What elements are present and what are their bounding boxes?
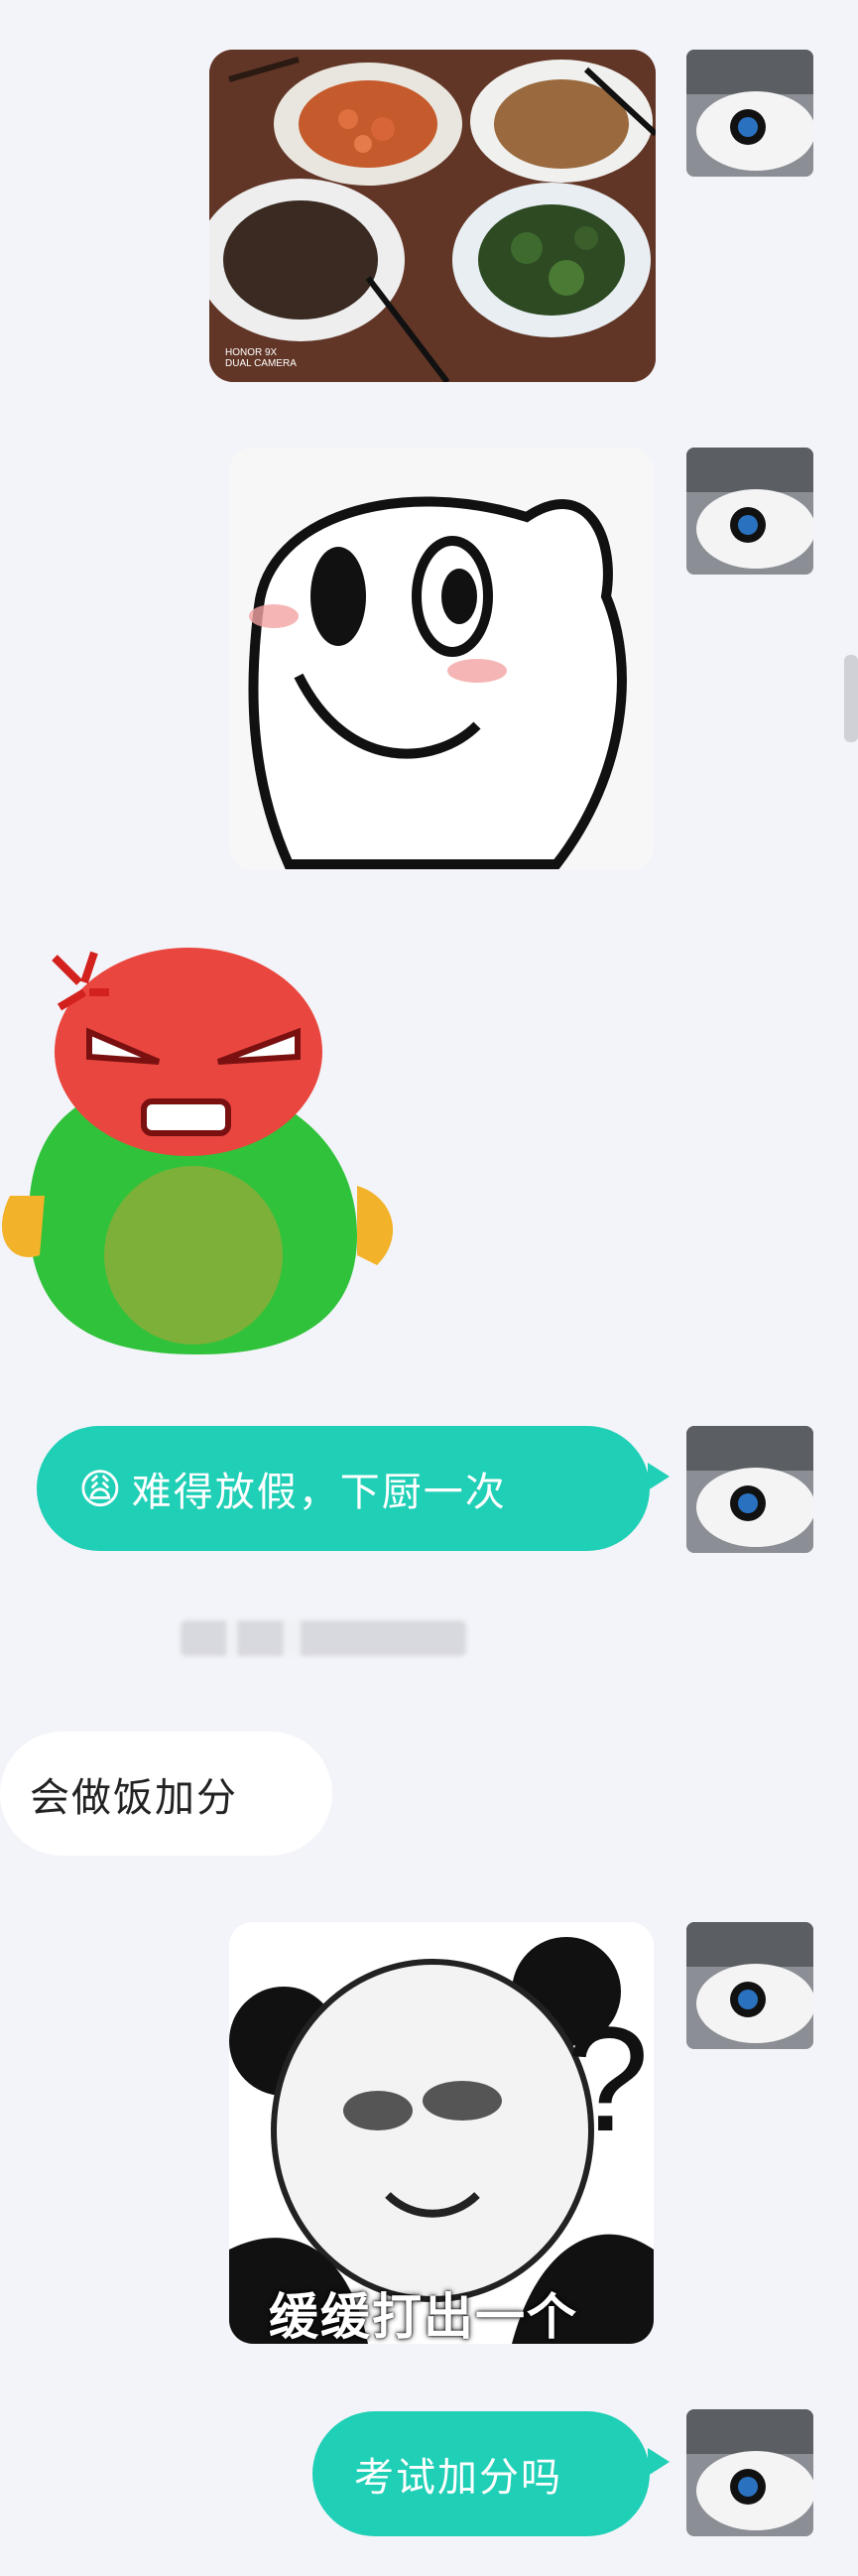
watermark-line1: HONOR 9X — [225, 347, 278, 358]
bubble-tail — [648, 1463, 670, 1490]
weary-face-emoji-icon: 😩 — [78, 1464, 124, 1513]
user-avatar-icon — [686, 1922, 813, 2049]
avatar[interactable] — [686, 50, 813, 177]
text-bubble-right[interactable]: 😩 难得放假，下厨一次 — [37, 1426, 650, 1551]
message-text: 难得放假，下厨一次 — [131, 1470, 507, 1515]
scroll-indicator[interactable] — [844, 655, 858, 742]
cartoon-face-sticker — [229, 448, 654, 870]
text-bubble-left[interactable]: 会做饭加分 — [0, 1732, 332, 1856]
bubble-tail — [648, 2448, 670, 2476]
message-text: 会做饭加分 — [30, 1774, 238, 1821]
cartoon-sticker-message[interactable] — [229, 448, 654, 870]
avatar[interactable] — [686, 2409, 813, 2536]
user-avatar-icon — [686, 2409, 813, 2536]
meme-caption: 缓缓打出一个 — [269, 2288, 578, 2344]
watermark-line2: DUAL CAMERA — [225, 358, 297, 369]
angry-blob-sticker — [1, 948, 394, 1354]
user-avatar-icon — [686, 1426, 813, 1553]
message-text: 考试加分吗 — [354, 2455, 562, 2501]
food-photo-message[interactable]: HONOR 9X DUAL CAMERA — [209, 50, 656, 382]
avatar[interactable] — [686, 1922, 813, 2049]
user-avatar-icon — [686, 448, 813, 575]
blurred-system-message — [181, 1620, 466, 1656]
avatar[interactable] — [686, 448, 813, 575]
photo-watermark: HONOR 9X DUAL CAMERA — [225, 347, 297, 369]
avatar[interactable] — [686, 1426, 813, 1553]
angry-sticker-message[interactable] — [0, 938, 417, 1359]
text-bubble-right[interactable]: 考试加分吗 — [312, 2411, 650, 2536]
panda-meme-message[interactable]: ? 缓缓打出一个 — [229, 1922, 654, 2344]
svg-text:?: ? — [566, 1996, 649, 2162]
food-photo — [209, 50, 656, 382]
user-avatar-icon — [686, 50, 813, 177]
